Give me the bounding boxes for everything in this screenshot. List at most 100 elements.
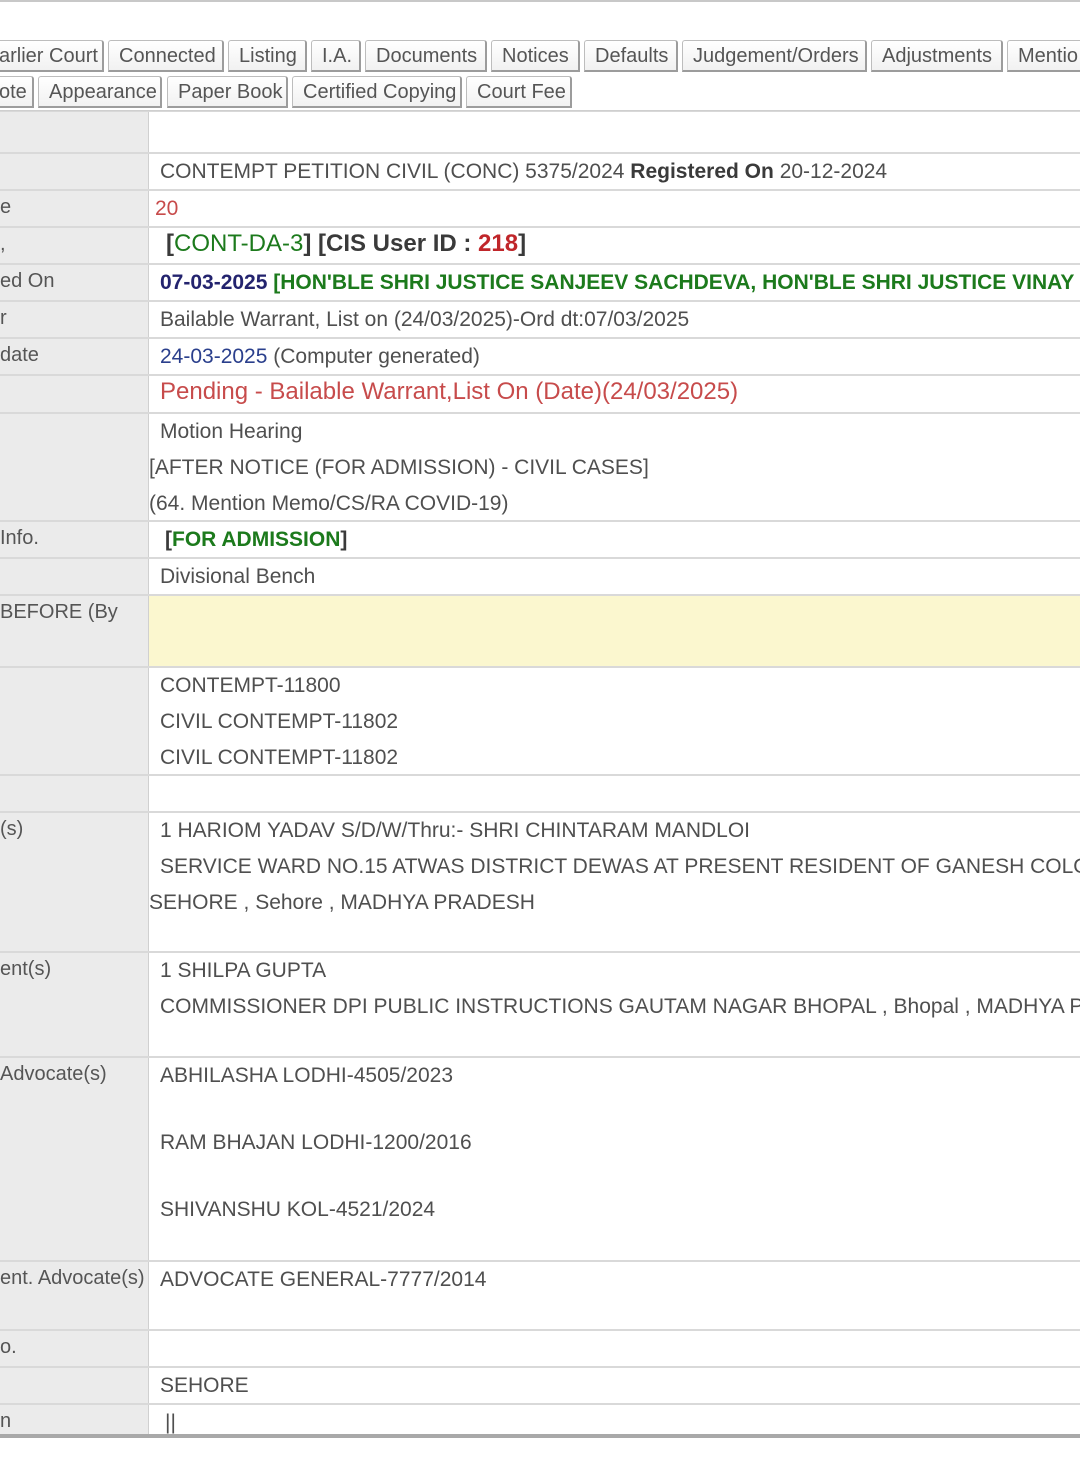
table-row-district: SEHORE [0,1368,1080,1405]
advocate-line-3: SHIVANSHU KOL-4521/2024 [160,1198,436,1221]
row-label: n [0,1405,149,1437]
listed-judges: [HON'BLE SHRI JUSTICE SANJEEV SACHDEVA, … [267,271,1080,294]
table-row-next-date: date 24-03-2025 (Computer generated) [0,339,1080,376]
table-row-section: , [CONT-DA-3] [CIS User ID : 218] [0,228,1080,265]
advocate-line-1: ABHILASHA LODHI-4505/2023 [160,1064,453,1087]
table-row-case-number: CONTEMPT PETITION CIVIL (CONC) 5375/2024… [0,154,1080,191]
table-row-before: BEFORE (By [0,596,1080,668]
tab-vote[interactable]: ote [0,76,34,108]
row-label: BEFORE (By [0,596,149,666]
tab-ia[interactable]: I.A. [311,40,361,72]
order-value: Bailable Warrant, List on (24/03/2025)-O… [160,308,690,331]
row-label [0,112,149,152]
category-value: CONTEMPT-11800 CIVIL CONTEMPT-11802 CIVI… [149,668,1080,774]
table-row-bench: Divisional Bench [0,559,1080,596]
row-label [0,668,149,774]
row-label: date [0,339,149,374]
tab-notices[interactable]: Notices [491,40,580,72]
case-number-value: CONTEMPT PETITION CIVIL (CONC) 5375/2024… [149,154,1080,189]
row-label: r [0,302,149,337]
row-label: Advocate(s) [0,1058,149,1260]
petitioner-advocates-value: ABHILASHA LODHI-4505/2023 RAM BHAJAN LOD… [149,1058,1080,1260]
table-row-listed-on: ed On 07-03-2025 [HON'BLE SHRI JUSTICE S… [0,265,1080,302]
section-code: CONT-DA-3 [174,230,304,257]
table-row-blank [0,776,1080,813]
row-label: e [0,191,149,226]
admission-close: ] [340,528,348,551]
case-details-table: CONTEMPT PETITION CIVIL (CONC) 5375/2024… [0,111,1080,1437]
table-row-category: CONTEMPT-11800 CIVIL CONTEMPT-11802 CIVI… [0,668,1080,776]
row-value [149,112,1080,152]
case-number: CONTEMPT PETITION CIVIL (CONC) 5375/2024 [160,160,625,183]
row-label [0,376,149,412]
tab-listing[interactable]: Listing [228,40,307,72]
row-label: , [0,228,149,263]
table-row-stage: Motion Hearing [AFTER NOTICE (FOR ADMISS… [0,414,1080,522]
listed-on-value: 07-03-2025 [HON'BLE SHRI JUSTICE SANJEEV… [149,265,1080,300]
top-divider [0,0,1080,2]
table-row-admission: Info. [FOR ADMISSION] [0,522,1080,559]
admission-text: FOR ADMISSION [172,528,341,551]
row-label: Info. [0,522,149,557]
advocate-line-2: RAM BHAJAN LODHI-1200/2016 [160,1131,472,1154]
tab-defaults[interactable]: Defaults [584,40,678,72]
tab-documents[interactable]: Documents [365,40,487,72]
cis-user-id: 218 [478,230,519,257]
table-row-respondent: ent(s) 1 SHILPA GUPTA COMMISSIONER DPI P… [0,953,1080,1058]
petitioner-value: 1 HARIOM YADAV S/D/W/Thru:- SHRI CHINTAR… [149,813,1080,951]
table-row-petitioner: (s) 1 HARIOM YADAV S/D/W/Thru:- SHRI CHI… [0,813,1080,953]
tab-court-fee[interactable]: Court Fee [466,76,572,108]
row-value [149,776,1080,811]
stage-line-1: Motion Hearing [160,420,303,443]
category-line-2: CIVIL CONTEMPT-11802 [160,710,399,733]
tab-adjustments[interactable]: Adjustments [871,40,1003,72]
respondent-advocate-value: ADVOCATE GENERAL-7777/2014 [160,1268,487,1291]
tab-appearance[interactable]: Appearance [38,76,162,108]
tab-mention[interactable]: Mentio [1007,40,1080,72]
status-value: Pending - Bailable Warrant,List On (Date… [160,378,739,405]
row-label: o. [0,1331,149,1366]
tab-earlier-court[interactable]: arlier Court [0,40,104,72]
cis-label: ] [CIS User ID : [303,230,479,257]
next-date-value: 24-03-2025 (Computer generated) [149,339,1080,374]
next-date: 24-03-2025 [160,345,268,368]
next-date-note: (Computer generated) [267,345,480,368]
table-row-last: n || [0,1405,1080,1437]
tab-paper-book[interactable]: Paper Book [167,76,288,108]
table-row-misc: o. [0,1331,1080,1368]
row-label: (s) [0,813,149,951]
tab-certified-copying[interactable]: Certified Copying [292,76,462,108]
admission-open: [ [165,528,172,551]
serial-value: 20 [155,197,179,220]
bench-value: Divisional Bench [160,565,316,588]
petitioner-line-3: SEHORE , Sehore , MADHYA PRADESH [149,891,535,914]
stage-line-2: [AFTER NOTICE (FOR ADMISSION) - CIVIL CA… [149,456,649,479]
row-value [149,1331,1080,1366]
row-label [0,776,149,811]
row-label: ent. Advocate(s) [0,1262,149,1329]
category-line-1: CONTEMPT-11800 [160,674,341,697]
before-value [149,596,1080,666]
tab-judgement-orders[interactable]: Judgement/Orders [682,40,867,72]
row-label [0,414,149,520]
row-label: ent(s) [0,953,149,1056]
petitioner-line-1: 1 HARIOM YADAV S/D/W/Thru:- SHRI CHINTAR… [160,819,751,842]
stage-value: Motion Hearing [AFTER NOTICE (FOR ADMISS… [149,414,1080,520]
last-value: || [165,1411,176,1434]
section-open: [ [166,230,174,257]
admission-value: [FOR ADMISSION] [149,522,1080,557]
table-row-respondent-advocate: ent. Advocate(s) ADVOCATE GENERAL-7777/2… [0,1262,1080,1331]
listed-date: 07-03-2025 [160,271,268,294]
category-line-3: CIVIL CONTEMPT-11802 [160,746,399,769]
respondent-line-2: COMMISSIONER DPI PUBLIC INSTRUCTIONS GAU… [160,995,1080,1018]
row-label: ed On [0,265,149,300]
district-value: SEHORE [160,1374,249,1397]
registered-on-label: Registered On [630,160,774,183]
table-row-order: r Bailable Warrant, List on (24/03/2025)… [0,302,1080,339]
stage-line-3: (64. Mention Memo/CS/RA COVID-19) [149,492,509,515]
bottom-divider [0,1434,1080,1438]
table-row-serial: e 20 [0,191,1080,228]
table-row-status: Pending - Bailable Warrant,List On (Date… [0,376,1080,414]
tab-connected[interactable]: Connected [108,40,224,72]
row-label [0,154,149,189]
